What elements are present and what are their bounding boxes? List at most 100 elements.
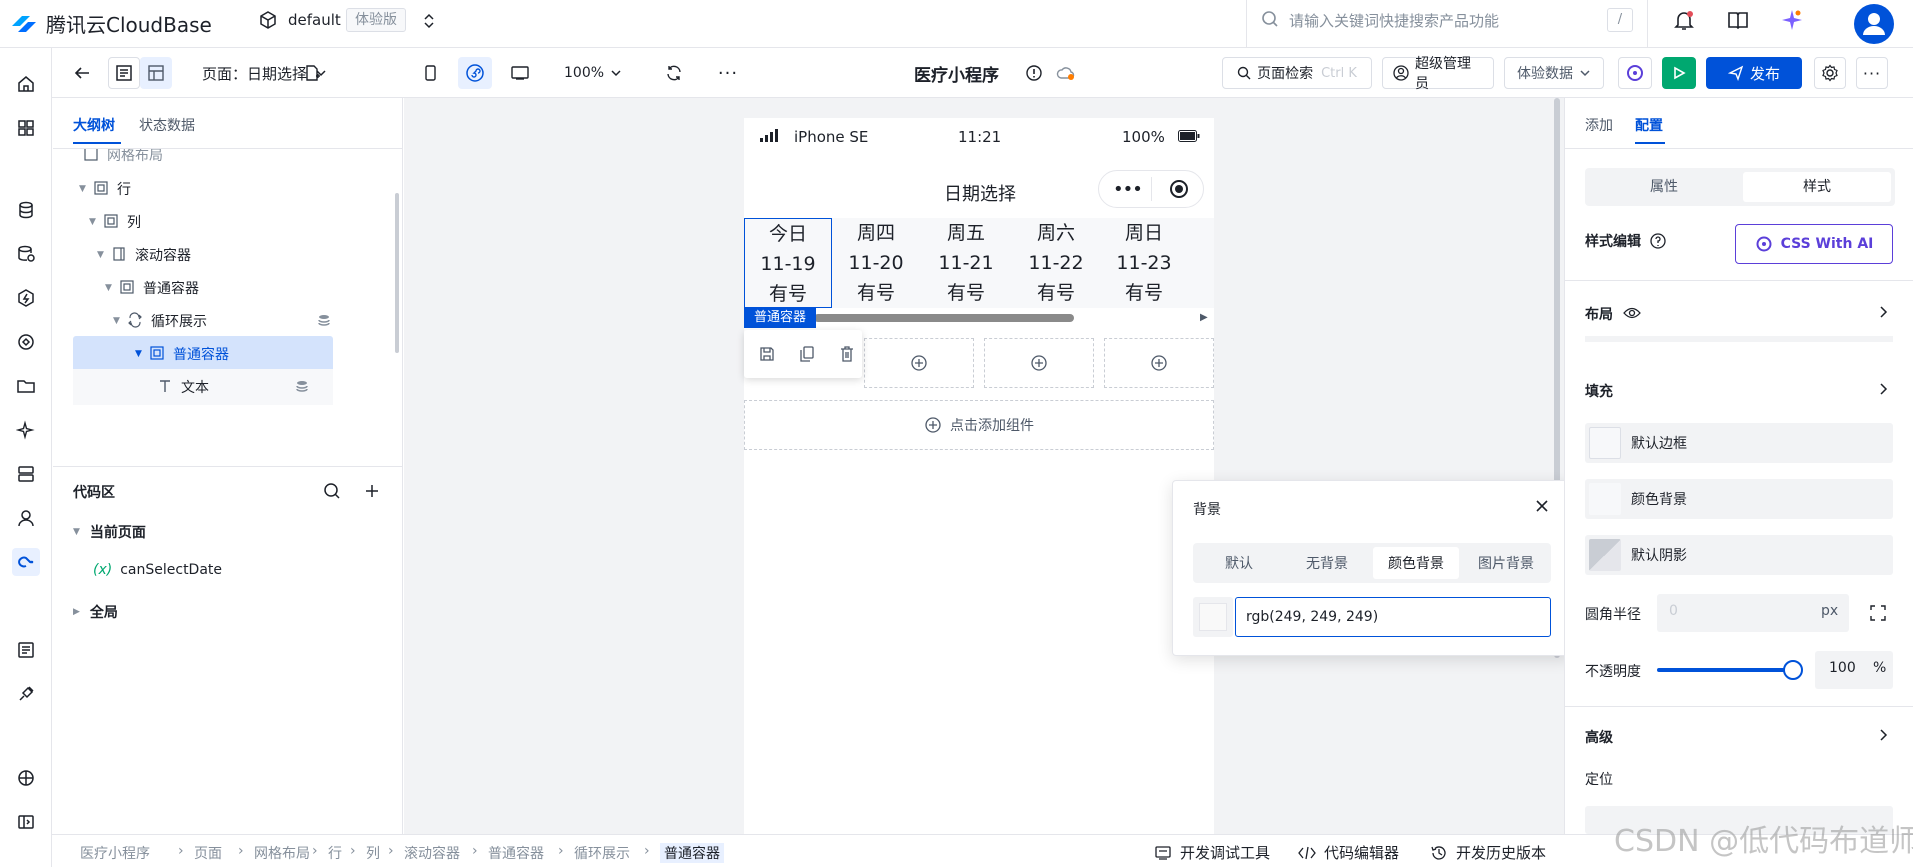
data-source-select[interactable]: 体验数据	[1504, 57, 1604, 89]
chevron-right-icon[interactable]	[1877, 728, 1889, 742]
page-search-button[interactable]: 页面检索 Ctrl K	[1222, 57, 1372, 89]
eye-icon[interactable]	[1623, 306, 1641, 320]
zoom-selector[interactable]: 100%	[564, 57, 622, 89]
copy-icon[interactable]	[798, 345, 816, 363]
save-icon[interactable]	[758, 345, 776, 363]
bell-icon[interactable]	[1672, 8, 1696, 32]
tab-config[interactable]: 配置	[1635, 115, 1663, 135]
tree-node[interactable]: ▼ 普通容器	[73, 270, 373, 306]
env-name[interactable]: default	[288, 11, 341, 29]
storage-icon[interactable]	[12, 240, 40, 268]
log-icon[interactable]	[12, 636, 40, 664]
lowcode-icon[interactable]	[12, 548, 40, 576]
opacity-input[interactable]: 100 %	[1815, 651, 1893, 689]
breadcrumb-item[interactable]: 医疗小程序	[80, 843, 150, 863]
date-item[interactable]: 周日 11-23 有号	[1100, 218, 1188, 308]
tree-node[interactable]: ▼ 行	[73, 171, 373, 207]
chevron-right-icon[interactable]	[1877, 305, 1889, 319]
breadcrumb-item[interactable]: 循环展示	[574, 843, 630, 863]
close-target-icon[interactable]	[1169, 179, 1189, 199]
new-page-icon[interactable]	[296, 57, 328, 89]
ai-button[interactable]	[1618, 57, 1652, 89]
breadcrumb-item[interactable]: 滚动容器	[404, 843, 460, 863]
user-icon[interactable]	[12, 504, 40, 532]
tree-node[interactable]: ▼ 循环展示	[73, 303, 373, 339]
scroll-right-arrow-icon[interactable]: ▶	[1200, 312, 1208, 323]
layout-section-title[interactable]: 布局	[1585, 304, 1613, 324]
help-icon[interactable]	[1649, 232, 1667, 250]
horizontal-scrollbar[interactable]	[814, 314, 1074, 322]
color-swatch[interactable]	[1199, 603, 1227, 631]
publish-button[interactable]: 发布	[1706, 57, 1802, 89]
run-button[interactable]	[1662, 57, 1696, 89]
date-item[interactable]: 周五 11-21 有号	[922, 218, 1010, 308]
book-icon[interactable]	[1726, 8, 1750, 32]
env-switch-icon[interactable]	[422, 13, 436, 29]
design-canvas[interactable]: iPhone SE 11:21 100% 日期选择 ••• 今日 11-19 有号 …	[404, 98, 1564, 834]
seg-properties[interactable]: 属性	[1589, 172, 1739, 202]
tree-node[interactable]: 文本	[73, 369, 333, 405]
tree-node[interactable]: ▼ 滚动容器	[73, 237, 373, 273]
home-icon[interactable]	[12, 70, 40, 98]
refresh-icon[interactable]	[658, 57, 690, 89]
phone-preview[interactable]: iPhone SE 11:21 100% 日期选择 ••• 今日 11-19 有号 …	[744, 118, 1214, 834]
current-page-node[interactable]: ▼ 当前页面	[73, 522, 146, 542]
server-icon[interactable]	[12, 460, 40, 488]
workflow-icon[interactable]	[12, 328, 40, 356]
date-item[interactable]: 周六 11-22 有号	[1012, 218, 1100, 308]
tree-node[interactable]: ▼ 列	[73, 204, 373, 240]
global-node[interactable]: ▶ 全局	[73, 602, 118, 622]
empty-slot[interactable]	[864, 338, 974, 388]
fill-item-shadow[interactable]: 默认阴影	[1585, 535, 1893, 575]
menu-dots-icon[interactable]: •••	[1113, 179, 1143, 200]
cloudbase-logo-icon[interactable]	[8, 8, 40, 40]
date-item[interactable]: 周四 11-20 有号	[832, 218, 920, 308]
sparkle-icon[interactable]	[12, 416, 40, 444]
seg-style[interactable]: 样式	[1743, 172, 1891, 202]
tab-outline[interactable]: 大纲树	[73, 115, 115, 135]
add-component-zone[interactable]: 点击添加组件	[744, 400, 1214, 450]
tab-state-data[interactable]: 状态数据	[139, 115, 195, 135]
scrollbar[interactable]	[395, 193, 399, 353]
function-icon[interactable]	[12, 284, 40, 312]
global-search[interactable]: 请输入关键词快捷搜索产品功能 /	[1246, 0, 1648, 48]
fill-section-title[interactable]: 填充	[1585, 381, 1613, 401]
plugin-icon[interactable]	[12, 680, 40, 708]
add-icon[interactable]	[363, 482, 381, 500]
search-icon[interactable]	[323, 482, 341, 500]
fill-item-color-bg[interactable]: 颜色背景	[1585, 479, 1893, 519]
delete-icon[interactable]	[838, 345, 856, 363]
layout-view-icon[interactable]	[140, 57, 172, 89]
expand-corners-icon[interactable]	[1869, 604, 1887, 622]
miniprogram-capsule[interactable]: •••	[1098, 170, 1204, 208]
radius-input[interactable]: 0 px	[1657, 594, 1849, 632]
opacity-slider-handle[interactable]	[1783, 660, 1803, 680]
history-button[interactable]: 开发历史版本	[1430, 842, 1546, 863]
outline-view-icon[interactable]	[108, 57, 140, 89]
chevron-right-icon[interactable]	[1877, 382, 1889, 396]
settings-gear-icon[interactable]	[1814, 57, 1846, 89]
collapse-sidebar-icon[interactable]	[12, 808, 40, 836]
css-with-ai-button[interactable]: CSS With AI	[1735, 224, 1893, 264]
breadcrumb-current[interactable]: 普通容器	[660, 843, 724, 863]
opacity-slider-track[interactable]	[1657, 668, 1791, 672]
tablet-device-icon[interactable]	[504, 57, 536, 89]
info-icon[interactable]	[1020, 57, 1048, 89]
tab-add[interactable]: 添加	[1585, 115, 1613, 135]
cloud-sync-icon[interactable]	[1052, 57, 1080, 89]
miniprogram-device-icon[interactable]	[458, 57, 492, 89]
more-icon[interactable]: ···	[712, 57, 744, 89]
bg-option-color[interactable]: 颜色背景	[1373, 547, 1459, 579]
code-editor-button[interactable]: 代码编辑器	[1298, 842, 1399, 863]
tree-node-selected[interactable]: ▼ 普通容器	[73, 336, 333, 372]
breadcrumb-item[interactable]: 普通容器	[488, 843, 544, 863]
tree-node[interactable]: 网格布局	[73, 149, 373, 173]
back-arrow-icon[interactable]	[66, 57, 98, 89]
color-value-input[interactable]: rgb(249, 249, 249)	[1235, 597, 1551, 637]
debug-tools-button[interactable]: 开发调试工具	[1154, 842, 1270, 863]
close-icon[interactable]	[1535, 499, 1549, 513]
breadcrumb-item[interactable]: 网格布局	[254, 843, 310, 863]
bg-option-default[interactable]: 默认	[1197, 543, 1281, 583]
apps-icon[interactable]	[12, 114, 40, 142]
empty-slot[interactable]	[1104, 338, 1214, 388]
